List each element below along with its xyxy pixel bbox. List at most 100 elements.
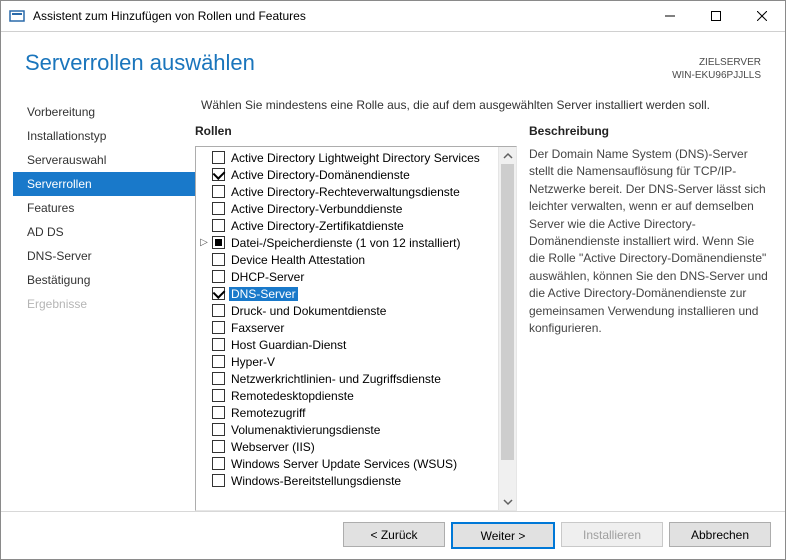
roles-listbox-wrap: Active Directory Lightweight Directory S… (195, 146, 517, 511)
scroll-track[interactable] (499, 164, 516, 493)
role-checkbox[interactable] (212, 151, 225, 164)
role-checkbox[interactable] (212, 304, 225, 317)
wizard-nav: VorbereitungInstallationstypServerauswah… (13, 98, 195, 511)
maximize-button[interactable] (693, 1, 739, 31)
role-label[interactable]: Active Directory Lightweight Directory S… (229, 151, 482, 165)
role-checkbox[interactable] (212, 253, 225, 266)
scroll-up-button[interactable] (499, 147, 516, 164)
role-label[interactable]: Datei-/Speicherdienste (1 von 12 install… (229, 236, 462, 250)
nav-item-installationstyp[interactable]: Installationstyp (13, 124, 195, 148)
role-checkbox[interactable] (212, 287, 225, 300)
role-checkbox[interactable] (212, 338, 225, 351)
close-button[interactable] (739, 1, 785, 31)
main-content: Wählen Sie mindestens eine Rolle aus, di… (195, 98, 773, 511)
scroll-thumb[interactable] (501, 164, 514, 460)
role-checkbox[interactable] (212, 185, 225, 198)
target-info: ZIELSERVER WIN-EKU96PJJLLS (672, 56, 761, 82)
role-row[interactable]: DNS-Server (212, 285, 498, 302)
role-row[interactable]: Volumenaktivierungsdienste (212, 421, 498, 438)
role-checkbox[interactable] (212, 406, 225, 419)
body-area: VorbereitungInstallationstypServerauswah… (1, 86, 785, 511)
role-label[interactable]: DNS-Server (229, 287, 298, 301)
role-label[interactable]: DHCP-Server (229, 270, 306, 284)
role-checkbox[interactable] (212, 219, 225, 232)
role-row[interactable]: Remotezugriff (212, 404, 498, 421)
role-checkbox[interactable] (212, 372, 225, 385)
expand-icon[interactable]: ▷ (198, 237, 210, 248)
role-label[interactable]: Remotedesktopdienste (229, 389, 356, 403)
role-row[interactable]: Windows Server Update Services (WSUS) (212, 455, 498, 472)
footer: < Zurück Weiter > Installieren Abbrechen (1, 511, 785, 559)
role-checkbox[interactable] (212, 321, 225, 334)
role-checkbox[interactable] (212, 355, 225, 368)
roles-scrollbar[interactable] (498, 147, 516, 510)
header-area: Serverrollen auswählen ZIELSERVER WIN-EK… (1, 32, 785, 86)
role-label[interactable]: Host Guardian-Dienst (229, 338, 348, 352)
role-row[interactable]: Netzwerkrichtlinien- und Zugriffsdienste (212, 370, 498, 387)
nav-item-ergebnisse: Ergebnisse (13, 292, 195, 316)
description-text: Der Domain Name System (DNS)-Server stel… (529, 146, 769, 337)
role-label[interactable]: Active Directory-Domänendienste (229, 168, 412, 182)
role-checkbox[interactable] (212, 202, 225, 215)
role-row[interactable]: Active Directory-Verbunddienste (212, 200, 498, 217)
role-row[interactable]: Active Directory-Zertifikatdienste (212, 217, 498, 234)
target-label: ZIELSERVER (672, 56, 761, 69)
role-row[interactable]: Druck- und Dokumentdienste (212, 302, 498, 319)
wizard-window: Assistent zum Hinzufügen von Rollen und … (0, 0, 786, 560)
role-row[interactable]: Device Health Attestation (212, 251, 498, 268)
role-checkbox[interactable] (212, 423, 225, 436)
role-row[interactable]: Remotedesktopdienste (212, 387, 498, 404)
nav-item-ad-ds[interactable]: AD DS (13, 220, 195, 244)
cancel-button[interactable]: Abbrechen (669, 522, 771, 547)
nav-item-dns-server[interactable]: DNS-Server (13, 244, 195, 268)
role-label[interactable]: Active Directory-Rechteverwaltungsdienst… (229, 185, 462, 199)
role-checkbox[interactable] (212, 457, 225, 470)
role-label[interactable]: Windows Server Update Services (WSUS) (229, 457, 459, 471)
role-row[interactable]: Host Guardian-Dienst (212, 336, 498, 353)
role-checkbox[interactable] (212, 440, 225, 453)
role-label[interactable]: Device Health Attestation (229, 253, 367, 267)
role-row[interactable]: Active Directory Lightweight Directory S… (212, 149, 498, 166)
roles-heading: Rollen (195, 124, 517, 138)
description-column: Beschreibung Der Domain Name System (DNS… (529, 124, 773, 511)
role-row[interactable]: ▷Datei-/Speicherdienste (1 von 12 instal… (212, 234, 498, 251)
role-label[interactable]: Windows-Bereitstellungsdienste (229, 474, 403, 488)
role-row[interactable]: DHCP-Server (212, 268, 498, 285)
role-checkbox[interactable] (212, 236, 225, 249)
role-checkbox[interactable] (212, 168, 225, 181)
role-label[interactable]: Netzwerkrichtlinien- und Zugriffsdienste (229, 372, 443, 386)
window-title: Assistent zum Hinzufügen von Rollen und … (33, 9, 647, 23)
scroll-down-button[interactable] (499, 493, 516, 510)
role-label[interactable]: Active Directory-Zertifikatdienste (229, 219, 406, 233)
page-title: Serverrollen auswählen (25, 50, 672, 76)
role-checkbox[interactable] (212, 474, 225, 487)
role-checkbox[interactable] (212, 389, 225, 402)
role-label[interactable]: Remotezugriff (229, 406, 307, 420)
role-label[interactable]: Faxserver (229, 321, 286, 335)
roles-listbox[interactable]: Active Directory Lightweight Directory S… (196, 147, 498, 510)
role-row[interactable]: Hyper-V (212, 353, 498, 370)
nav-item-vorbereitung[interactable]: Vorbereitung (13, 100, 195, 124)
next-button[interactable]: Weiter > (451, 522, 555, 549)
nav-item-serverauswahl[interactable]: Serverauswahl (13, 148, 195, 172)
role-checkbox[interactable] (212, 270, 225, 283)
back-button[interactable]: < Zurück (343, 522, 445, 547)
role-label[interactable]: Druck- und Dokumentdienste (229, 304, 388, 318)
role-row[interactable]: Windows-Bereitstellungsdienste (212, 472, 498, 489)
role-label[interactable]: Active Directory-Verbunddienste (229, 202, 404, 216)
role-label[interactable]: Webserver (IIS) (229, 440, 317, 454)
nav-item-best-tigung[interactable]: Bestätigung (13, 268, 195, 292)
description-heading: Beschreibung (529, 124, 769, 138)
nav-item-features[interactable]: Features (13, 196, 195, 220)
minimize-button[interactable] (647, 1, 693, 31)
nav-item-serverrollen[interactable]: Serverrollen (13, 172, 195, 196)
role-row[interactable]: Faxserver (212, 319, 498, 336)
role-label[interactable]: Hyper-V (229, 355, 277, 369)
target-value: WIN-EKU96PJJLLS (672, 69, 761, 82)
role-label[interactable]: Volumenaktivierungsdienste (229, 423, 382, 437)
install-button: Installieren (561, 522, 663, 547)
role-row[interactable]: Webserver (IIS) (212, 438, 498, 455)
app-icon (9, 8, 25, 24)
role-row[interactable]: Active Directory-Domänendienste (212, 166, 498, 183)
role-row[interactable]: Active Directory-Rechteverwaltungsdienst… (212, 183, 498, 200)
